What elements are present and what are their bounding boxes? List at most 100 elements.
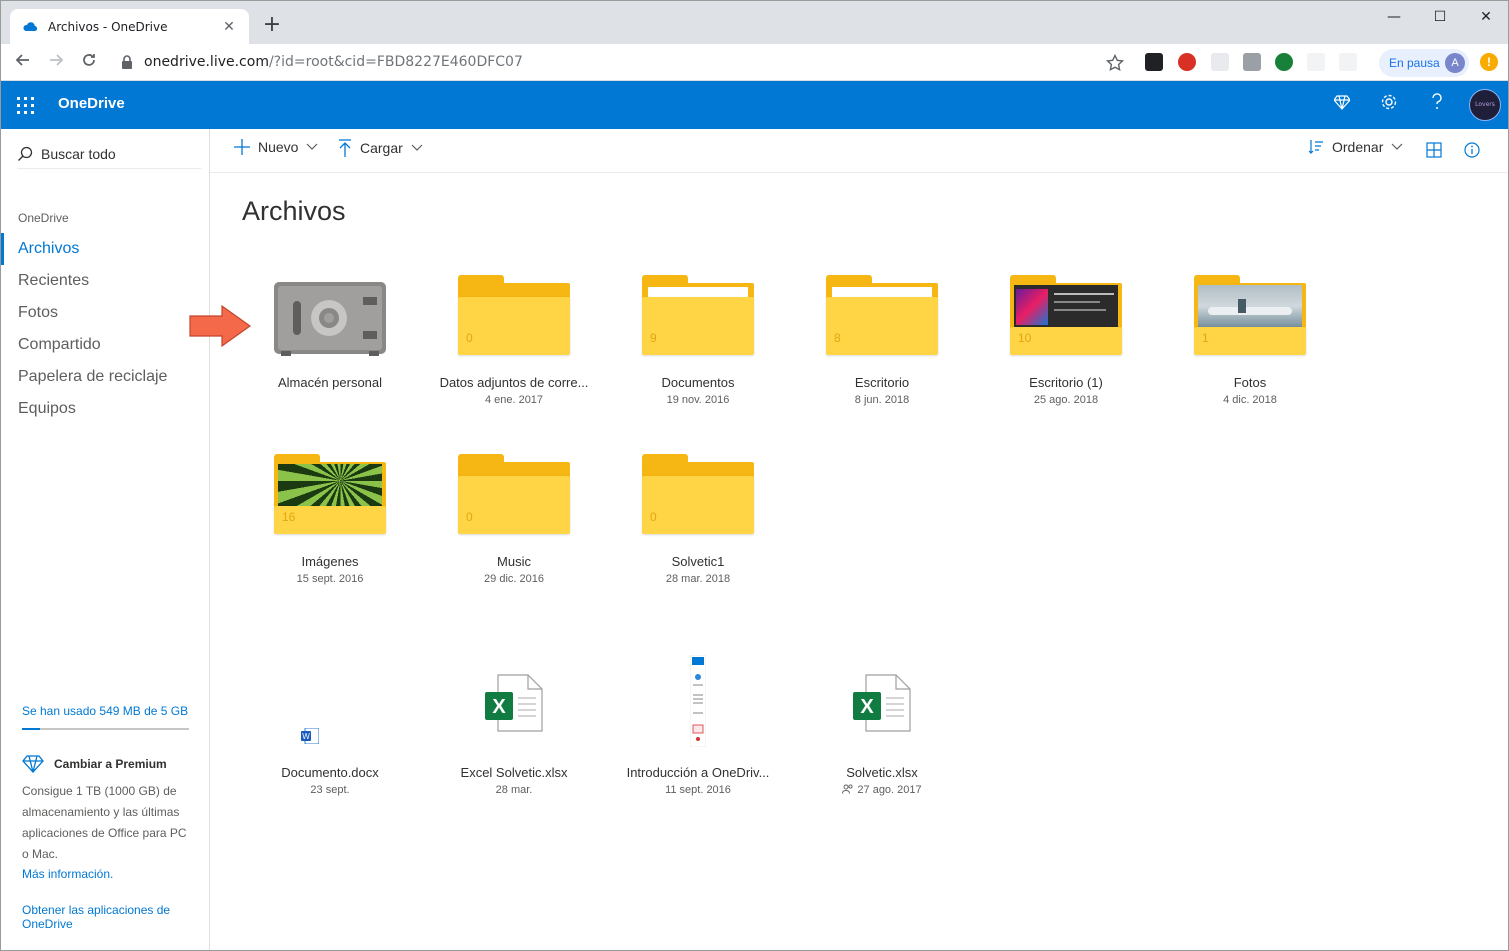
search-icon <box>18 146 33 161</box>
folder-tile[interactable]: 0 Datos adjuntos de corre... 4 ene. 2017 <box>426 271 602 421</box>
item-date: 8 jun. 2018 <box>854 394 910 406</box>
folder-tile[interactable]: 9 Documentos 19 nov. 2016 <box>610 271 786 421</box>
pdf-preview-thumbnail <box>690 655 706 747</box>
onedrive-brand[interactable]: OneDrive <box>58 95 125 112</box>
account-avatar[interactable]: Lovers <box>1469 89 1501 121</box>
folder-item-count: 0 <box>466 331 473 345</box>
nav-item-fotos[interactable]: Fotos <box>18 304 58 322</box>
file-tile[interactable]: Introducción a OneDriv... 11 sept. 2016 <box>610 651 786 801</box>
item-name: Almacén personal <box>277 375 383 390</box>
url-extension-icon[interactable] <box>1145 53 1163 71</box>
tab-close-icon[interactable]: ✕ <box>221 19 237 35</box>
browser-tab[interactable]: Archivos - OneDrive ✕ <box>10 9 249 44</box>
sort-button[interactable]: Ordenar <box>1308 139 1403 155</box>
item-name: Imágenes <box>301 554 359 569</box>
folder-icon: 8 <box>826 275 938 355</box>
item-name: Solvetic1 <box>671 554 725 569</box>
item-name: Documentos <box>661 375 735 390</box>
lock-icon[interactable] <box>121 55 133 69</box>
folder-tile[interactable]: 1 Fotos 4 dic. 2018 <box>1162 271 1338 421</box>
folder-tile[interactable]: 16 Imágenes 15 sept. 2016 <box>242 450 418 600</box>
left-navigation: Buscar todo OneDrive Archivos Recientes … <box>1 129 210 950</box>
nav-item-equipos[interactable]: Equipos <box>18 400 76 418</box>
window-minimize-button[interactable]: — <box>1371 5 1417 29</box>
item-date: 28 mar. 2018 <box>665 573 731 585</box>
browser-alert-icon[interactable]: ! <box>1480 53 1498 71</box>
lightbulb-extension-icon[interactable] <box>1339 53 1357 71</box>
item-date: 15 sept. 2016 <box>296 573 364 585</box>
more-info-link[interactable]: Más información. <box>22 867 113 881</box>
back-icon[interactable] <box>11 51 35 75</box>
folder-icon: 0 <box>642 454 754 534</box>
folder-tile[interactable]: 0 Music 29 dic. 2016 <box>426 450 602 600</box>
excel-file-icon: X <box>853 674 911 732</box>
folder-tile[interactable]: 0 Solvetic1 28 mar. 2018 <box>610 450 786 600</box>
k-extension-icon[interactable] <box>1275 53 1293 71</box>
bird-extension-icon[interactable] <box>1211 53 1229 71</box>
folder-thumbnail <box>1198 285 1302 327</box>
item-name: Escritorio <box>854 375 910 390</box>
item-name: Introducción a OneDriv... <box>626 765 770 780</box>
item-date: 11 sept. 2016 <box>665 784 731 796</box>
folder-icon: 1 <box>1194 275 1306 355</box>
word-file-icon: W <box>301 728 319 744</box>
folder-thumbnail <box>1014 285 1118 327</box>
settings-gear-icon[interactable] <box>1377 93 1401 117</box>
vault-tile[interactable]: Almacén personal <box>242 271 418 421</box>
storage-meter-fill <box>22 728 40 730</box>
url-host: onedrive.live.com <box>144 54 269 70</box>
folder-tile[interactable]: 8 Escritorio 8 jun. 2018 <box>794 271 970 421</box>
folder-icon: 9 <box>642 275 754 355</box>
eyedropper-extension-icon[interactable] <box>1307 53 1325 71</box>
folder-item-count: 16 <box>282 510 296 524</box>
view-grid-icon[interactable] <box>1424 140 1444 160</box>
copy-extension-icon[interactable] <box>1243 53 1261 71</box>
window-close-button[interactable]: ✕ <box>1463 5 1508 29</box>
get-apps-link[interactable]: Obtener las aplicaciones de OneDrive <box>22 903 190 931</box>
nav-item-compartido[interactable]: Compartido <box>18 336 101 354</box>
address-bar: onedrive.live.com/?id=root&cid=FBD8227E4… <box>1 44 1508 81</box>
search-placeholder: Buscar todo <box>41 145 116 162</box>
item-name: Escritorio (1) <box>1029 375 1103 390</box>
item-name: Excel Solvetic.xlsx <box>460 765 568 780</box>
file-tile[interactable]: X Solvetic.xlsx 27 ago. 2017 <box>794 651 970 801</box>
chevron-down-icon <box>1391 143 1403 150</box>
new-tab-button[interactable]: + <box>261 13 283 37</box>
profile-paused-button[interactable]: En pausa A <box>1379 49 1469 77</box>
help-icon[interactable] <box>1425 93 1449 117</box>
folder-icon: 10 <box>1010 275 1122 355</box>
adblock-extension-icon[interactable] <box>1178 53 1196 71</box>
url-field[interactable]: onedrive.live.com/?id=root&cid=FBD8227E4… <box>144 54 523 70</box>
bookmark-star-icon[interactable] <box>1106 54 1124 72</box>
item-date: 29 dic. 2016 <box>484 573 544 585</box>
svg-text:X: X <box>492 696 506 718</box>
file-tile[interactable]: W Documento.docx 23 sept. <box>242 651 418 801</box>
app-launcher-icon[interactable] <box>17 97 34 114</box>
folder-item-count: 0 <box>466 510 473 524</box>
nav-item-archivos[interactable]: Archivos <box>18 240 79 258</box>
excel-file-icon: X <box>485 674 543 732</box>
upload-arrow-icon <box>339 139 351 157</box>
item-date: 27 ago. 2017 <box>857 784 922 796</box>
folder-icon: 0 <box>458 454 570 534</box>
folder-tile[interactable]: 10 Escritorio (1) 25 ago. 2018 <box>978 271 1154 421</box>
window-maximize-button[interactable]: ☐ <box>1417 5 1463 29</box>
svg-text:W: W <box>302 732 310 741</box>
premium-upgrade-heading[interactable]: Cambiar a Premium <box>22 754 167 774</box>
personal-vault-icon <box>274 282 386 356</box>
nav-item-papelera[interactable]: Papelera de reciclaje <box>18 368 167 386</box>
forward-icon[interactable] <box>44 51 68 75</box>
new-button[interactable]: Nuevo <box>234 139 318 155</box>
new-button-label: Nuevo <box>258 139 299 155</box>
nav-item-recientes[interactable]: Recientes <box>18 272 89 290</box>
upload-button[interactable]: Cargar <box>338 139 423 157</box>
storage-usage-link[interactable]: Se han usado 549 MB de 5 GB <box>22 704 188 718</box>
file-tile[interactable]: X Excel Solvetic.xlsx 28 mar. <box>426 651 602 801</box>
item-date: 19 nov. 2016 <box>666 394 730 406</box>
reload-icon[interactable] <box>77 51 101 75</box>
info-icon[interactable] <box>1462 140 1482 160</box>
item-date: 23 sept. <box>310 784 350 796</box>
search-box[interactable]: Buscar todo <box>17 139 201 169</box>
upload-button-label: Cargar <box>360 140 403 156</box>
premium-diamond-icon[interactable] <box>1330 93 1354 117</box>
